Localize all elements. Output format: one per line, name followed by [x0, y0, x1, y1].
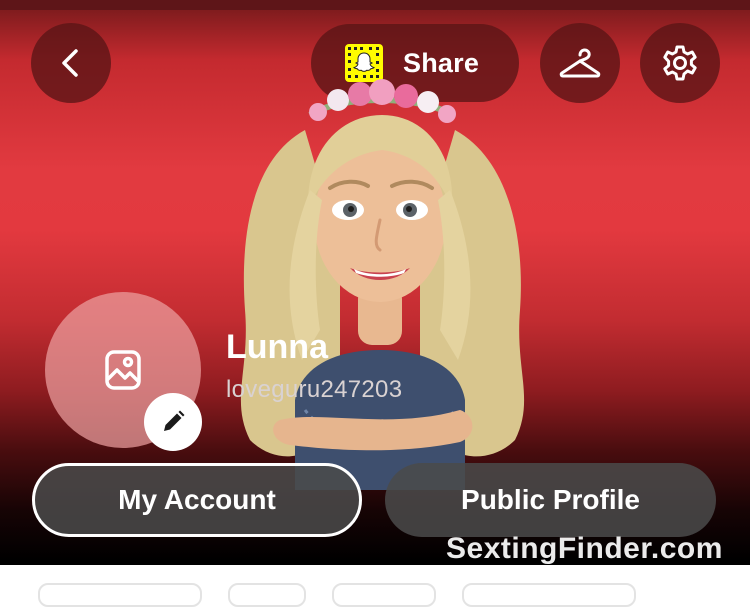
bitmoji-avatar [240, 79, 525, 490]
chip[interactable] [38, 583, 202, 607]
outfit-button[interactable] [540, 23, 620, 103]
watermark: SextingFinder.com [446, 532, 723, 565]
chip[interactable] [462, 583, 636, 607]
settings-button[interactable] [640, 23, 720, 103]
gear-icon [663, 45, 697, 81]
status-strip [0, 0, 750, 10]
profile-header: Share Lunna loveguru247203 My Account Pu… [0, 0, 750, 565]
username: loveguru247203 [226, 376, 403, 403]
add-photo-icon [105, 350, 141, 390]
chip[interactable] [332, 583, 436, 607]
pencil-icon [164, 410, 185, 431]
hanger-icon [559, 48, 601, 78]
public-profile-button[interactable]: Public Profile [385, 463, 716, 537]
chevron-left-icon [62, 49, 78, 77]
chip[interactable] [228, 583, 306, 607]
display-name: Lunna [226, 328, 328, 366]
back-button[interactable] [31, 23, 111, 103]
my-account-button[interactable]: My Account [32, 463, 362, 537]
edit-photo-button[interactable] [144, 393, 202, 451]
